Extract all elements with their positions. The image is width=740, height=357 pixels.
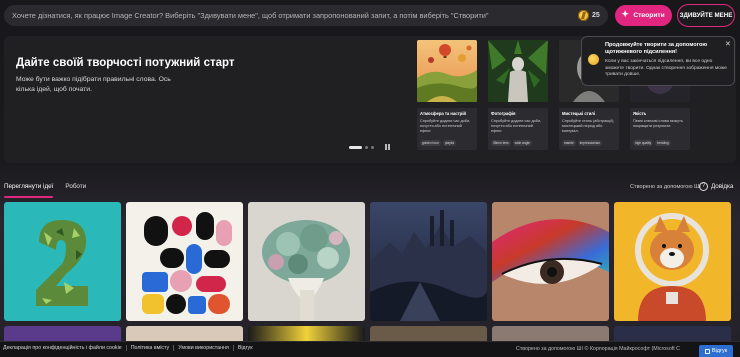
tab-bar: Переглянути ідеї Роботи	[4, 183, 86, 198]
create-button-label: Створити	[633, 12, 665, 19]
carousel-dot[interactable]	[371, 146, 374, 149]
boost-tooltip: Продовжуйте творити за допомогою щотижне…	[581, 36, 735, 86]
feedback-button[interactable]: Відгук	[699, 345, 733, 357]
feedback-icon	[704, 348, 710, 354]
idea-image-balloons	[417, 40, 477, 102]
help-link[interactable]: ? Довідка	[699, 182, 733, 191]
surprise-me-button[interactable]: ЗДИВУЙТЕ МЕНЕ	[677, 4, 735, 27]
idea-tag[interactable]: marble	[562, 140, 576, 146]
idea-image-statue	[488, 40, 548, 102]
footer-link-content-policy[interactable]: Політика вмісту	[131, 345, 175, 351]
prompt-box[interactable]: 25	[4, 5, 608, 26]
image-creator-page: 25 Створити ЗДИВУЙТЕ МЕНЕ Дайте своїй тв…	[0, 0, 740, 357]
gallery-image-succulent-bouquet[interactable]	[248, 202, 365, 321]
tooltip-title: Продовжуйте творити за допомогою щотижне…	[605, 42, 708, 55]
idea-card-title: Якість	[633, 111, 647, 116]
gallery-image-dark-castle[interactable]	[370, 202, 487, 321]
footer: Декларація про конфіденційність і файли …	[0, 341, 740, 357]
footer-link-terms[interactable]: Умови використання	[178, 345, 234, 351]
idea-tag[interactable]: wide angle	[512, 140, 532, 146]
gallery-image-astronaut-dog[interactable]	[614, 202, 731, 321]
idea-card-title: Мистецькі стилі	[562, 111, 596, 116]
footer-link-privacy[interactable]: Декларація про конфіденційність і файли …	[3, 345, 127, 351]
gallery-image-number-two[interactable]	[4, 202, 121, 321]
gallery-image-eye-makeup[interactable]	[492, 202, 609, 321]
gallery-image-abstract-shapes[interactable]	[126, 202, 243, 321]
hero-title: Дайте своїй творчості потужний старт	[16, 57, 235, 69]
idea-card-desc: Спробуйте додати час доби, почуття або е…	[491, 119, 542, 133]
idea-card-body: Мистецькі стилі Спробуйте стиль (абстрак…	[559, 108, 619, 150]
tab-explore-ideas[interactable]: Переглянути ідеї	[4, 183, 54, 198]
idea-card-desc: Спробуйте стиль (абстракції), мистецький…	[562, 119, 615, 133]
boost-coin-icon	[588, 54, 599, 65]
idea-tag[interactable]: playful	[442, 140, 457, 146]
prompt-input[interactable]	[12, 5, 572, 26]
feedback-label: Відгук	[711, 348, 728, 354]
pause-icon[interactable]	[384, 144, 390, 150]
footer-copyright: Створено за допомогою ШІ © Корпорація Ма…	[516, 346, 681, 352]
carousel-dot[interactable]	[349, 146, 362, 149]
hero-subtitle: Може бути важко підібрати правильні слов…	[16, 76, 171, 93]
idea-tag[interactable]: 35mm lens	[491, 140, 511, 146]
carousel-dot[interactable]	[365, 146, 368, 149]
idea-card-body: Фотографія Спробуйте додати час доби, по…	[488, 108, 548, 150]
carousel-pagination	[349, 146, 374, 149]
idea-card-desc: Спробуйте додати час доби, почуття або е…	[420, 119, 471, 133]
idea-tag[interactable]: golden hour	[420, 140, 441, 146]
idea-tag[interactable]: trending	[655, 140, 671, 146]
close-icon[interactable]: ✕	[725, 40, 731, 48]
tab-creations[interactable]: Роботи	[65, 183, 86, 197]
footer-link-feedback[interactable]: Відгук	[238, 345, 257, 351]
idea-card-body: Атмосфера та настрій Спробуйте додати ча…	[417, 108, 477, 150]
boost-counter[interactable]: 25	[578, 9, 600, 22]
idea-card-body: Якість Певні ключові слова можуть покращ…	[630, 108, 690, 150]
ai-generated-note: Створено за допомогою ШІ	[630, 184, 701, 190]
boost-coin-icon	[578, 10, 589, 21]
idea-tag[interactable]: high quality	[633, 140, 654, 146]
idea-card-title: Атмосфера та настрій	[420, 111, 466, 116]
sparkle-icon	[621, 9, 629, 20]
tooltip-text: Коли у вас закінчаться підсилення, ви вс…	[605, 59, 727, 77]
help-label: Довідка	[711, 183, 734, 190]
idea-card-title: Фотографія	[491, 111, 516, 116]
question-icon: ?	[699, 182, 708, 191]
idea-card-photography[interactable]: Фотографія Спробуйте додати час доби, по…	[488, 40, 548, 150]
top-bar: 25 Створити ЗДИВУЙТЕ МЕНЕ	[0, 0, 740, 31]
idea-card-mood[interactable]: Атмосфера та настрій Спробуйте додати ча…	[417, 40, 477, 150]
create-button[interactable]: Створити	[615, 5, 672, 26]
idea-card-desc: Певні ключові слова можуть покращити рез…	[633, 119, 683, 128]
idea-tag[interactable]: impressionism	[577, 140, 603, 146]
boost-count: 25	[592, 12, 600, 19]
surprise-me-label: ЗДИВУЙТЕ МЕНЕ	[679, 12, 733, 19]
